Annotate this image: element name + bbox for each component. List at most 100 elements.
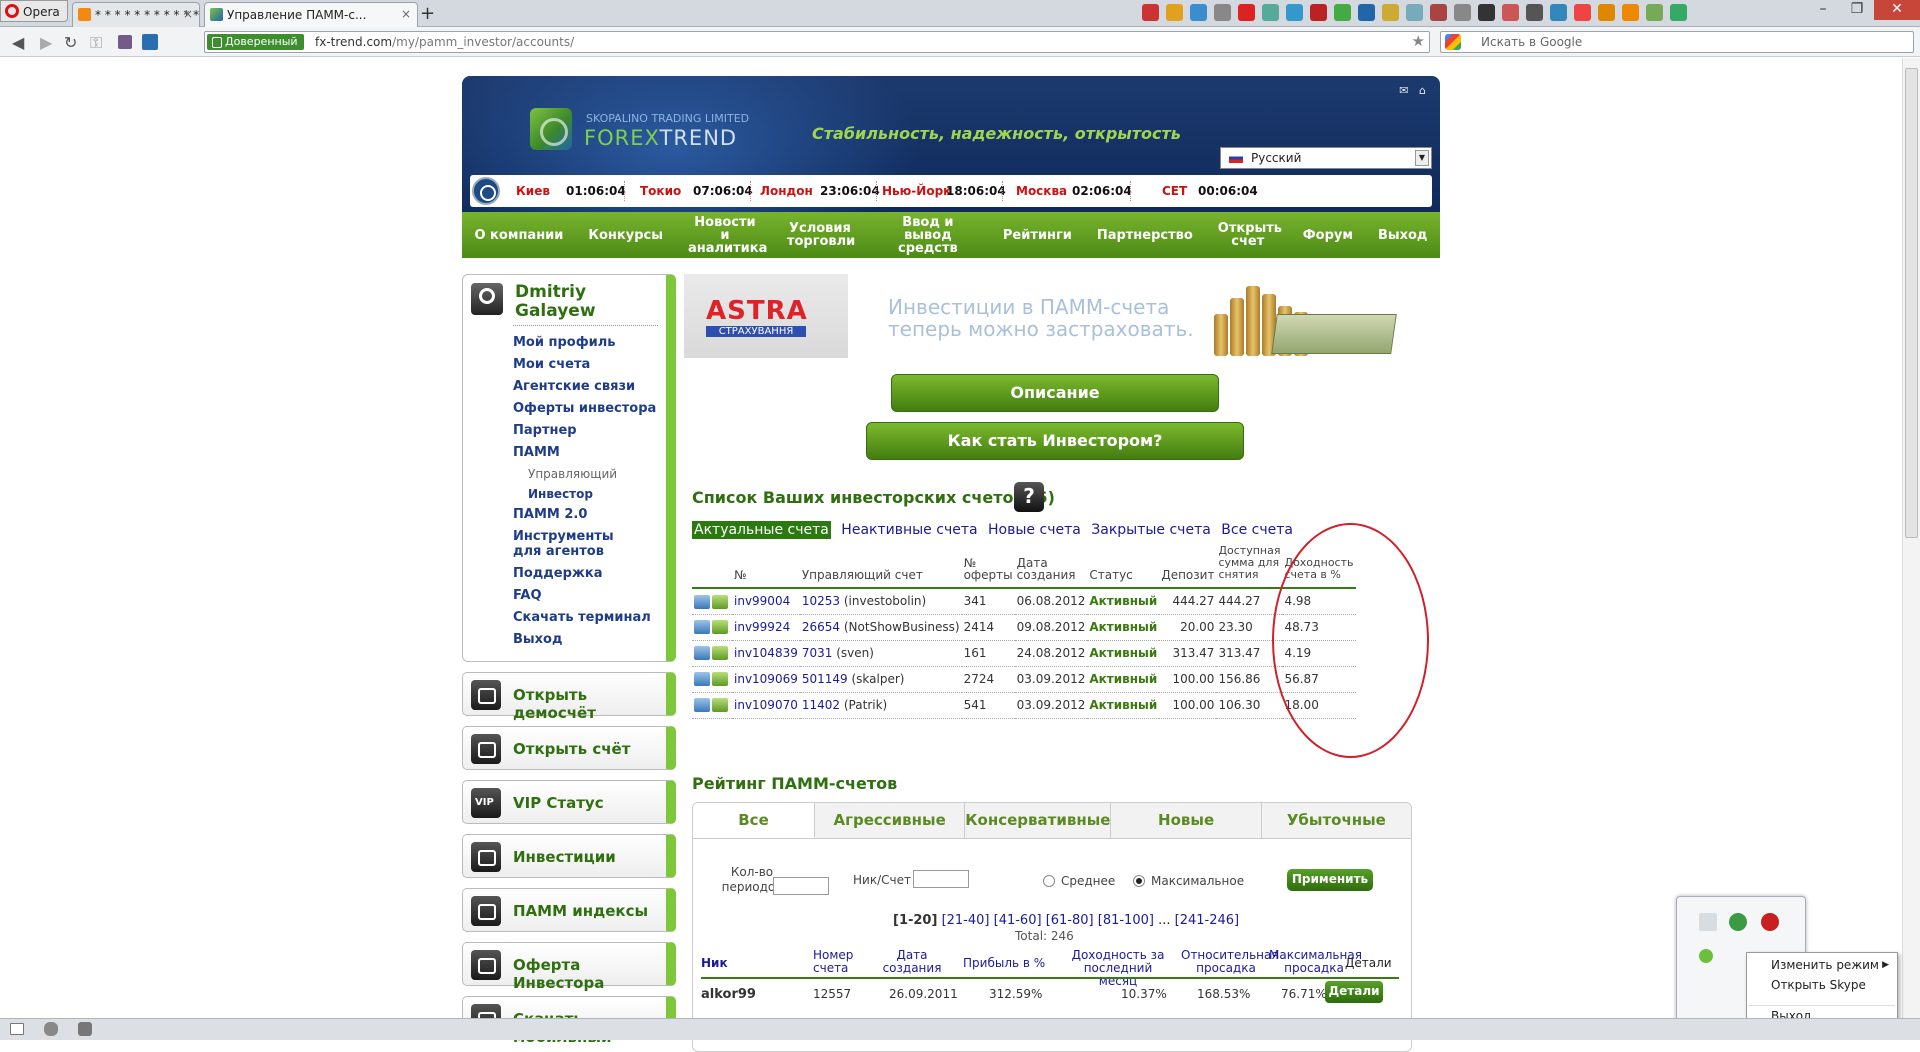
help-icon[interactable]: ? (1014, 482, 1044, 512)
nav-item[interactable]: Новости и аналитика (688, 216, 767, 255)
reload-icon[interactable]: ↻ (64, 33, 77, 52)
filter-all[interactable]: Все счета (1221, 522, 1293, 538)
extension-icon[interactable] (1190, 4, 1207, 21)
sync-icon[interactable] (1729, 913, 1747, 931)
nav-item[interactable]: Рейтинги (1003, 229, 1072, 242)
extension-icon[interactable] (1358, 4, 1375, 21)
extension-icon[interactable] (1598, 4, 1615, 21)
vip-status-box[interactable]: VIP Статус (462, 780, 676, 824)
tab-conservative[interactable]: Консервативные (965, 803, 1112, 838)
browser-tab-2[interactable]: Управление ПАММ-с... × (204, 2, 418, 27)
column-header-profit[interactable]: Прибыль в % (963, 957, 1045, 970)
sidebar-item[interactable]: Поддержка (513, 566, 656, 581)
extension-icon[interactable] (1310, 4, 1327, 21)
forward-arrow-icon[interactable]: ▶ (40, 33, 52, 52)
investor-offer-box[interactable]: Оферта Инвестора (462, 942, 676, 992)
filter-closed[interactable]: Закрытые счета (1091, 522, 1211, 538)
sidebar-item[interactable]: Мои счета (513, 357, 656, 372)
maximum-radio[interactable] (1133, 875, 1145, 887)
url-field[interactable]: Доверенный fx-trend.com/my/pamm_investor… (204, 31, 1430, 53)
page-link[interactable]: [41-60] (994, 913, 1042, 928)
new-tab-button[interactable]: + (420, 3, 435, 24)
open-demo-box[interactable]: Открыть демосчёт (462, 672, 676, 722)
nav-item[interactable]: Форум (1303, 229, 1353, 242)
insurance-banner[interactable]: ASTRA СТРАХУВАННЯ Инвестиции в ПАММ-счета… (684, 274, 1440, 358)
menu-item-open-skype[interactable]: Открыть Skype (1749, 975, 1895, 995)
sidebar-item[interactable]: Инструменты для агентов (513, 529, 643, 559)
tab-aggressive[interactable]: Агрессивные (815, 803, 966, 838)
extension-icon[interactable] (1334, 4, 1351, 21)
money-icon[interactable] (712, 672, 728, 687)
refresh-icon[interactable] (694, 594, 710, 609)
tab-losing[interactable]: Убыточные (1262, 803, 1411, 838)
page-link[interactable]: [21-40] (942, 913, 990, 928)
refresh-icon[interactable] (694, 672, 710, 687)
apply-button[interactable]: Применить (1287, 869, 1373, 891)
google-icon[interactable] (1445, 34, 1461, 50)
tab-all[interactable]: Все (693, 803, 815, 838)
url-text[interactable]: fx-trend.com/my/pamm_investor/accounts/ (315, 35, 574, 49)
nav-item[interactable]: Условия торговли (787, 222, 855, 248)
menu-item-change-mode[interactable]: Изменить режим ▶ (1749, 955, 1895, 975)
extension-icon[interactable] (1670, 4, 1687, 21)
speedometer-icon[interactable] (78, 1022, 92, 1036)
brand-name[interactable]: FOREXTREND (584, 126, 737, 150)
sidebar-item[interactable]: Партнер (513, 423, 656, 438)
sidebar-item[interactable]: Скачать терминал (513, 610, 656, 625)
filter-inactive[interactable]: Неактивные счета (841, 522, 977, 538)
nick-input[interactable] (913, 870, 969, 888)
home-icon[interactable]: ⌂ (1419, 84, 1426, 97)
trusted-badge[interactable]: Доверенный (207, 34, 304, 50)
scrollbar-thumb[interactable] (1905, 68, 1918, 538)
close-window-button[interactable]: ✕ (1874, 0, 1920, 20)
nav-item[interactable]: Выход (1378, 229, 1427, 242)
skype-icon[interactable] (1699, 949, 1713, 963)
money-icon[interactable] (712, 594, 728, 609)
column-header-rel-drawdown[interactable]: Относительная просадка (1181, 949, 1279, 975)
sidebar-item[interactable]: Оферты инвестора (513, 401, 656, 416)
extension-icon[interactable] (1454, 4, 1471, 21)
rating-nick[interactable]: alkor99 (701, 987, 756, 1002)
sidebar-item[interactable]: ПАММ 2.0 (513, 507, 656, 522)
search-field[interactable]: Искать в Google (1440, 31, 1914, 53)
bookmark-icon[interactable] (118, 35, 132, 49)
account-number[interactable]: inv109070 (732, 692, 800, 719)
how-to-invest-button[interactable]: Как стать Инвестором? (866, 422, 1244, 460)
extension-icon[interactable] (1142, 4, 1159, 21)
extension-icon[interactable] (1502, 4, 1519, 21)
sidebar-item[interactable]: Выход (513, 632, 656, 647)
extension-icon[interactable] (1166, 4, 1183, 21)
account-number[interactable]: inv109069 (732, 666, 800, 693)
extension-icon[interactable] (1646, 4, 1663, 21)
page-link[interactable]: [241-246] (1175, 913, 1239, 928)
vertical-scrollbar[interactable] (1902, 58, 1920, 1026)
chevron-down-icon[interactable]: ▼ (1415, 150, 1429, 166)
refresh-icon[interactable] (694, 698, 710, 713)
column-header-month-yield[interactable]: Доходность за последний месяц (1063, 949, 1173, 988)
page-link[interactable]: [61-80] (1046, 913, 1094, 928)
refresh-icon[interactable] (694, 620, 710, 635)
extension-icon[interactable] (1382, 4, 1399, 21)
refresh-icon[interactable] (694, 646, 710, 661)
panel-toggle-icon[interactable] (10, 1023, 24, 1035)
investments-box[interactable]: Инвестиции (462, 834, 676, 878)
account-number[interactable]: inv104839 (732, 640, 800, 667)
extension-icon[interactable] (1430, 4, 1447, 21)
money-icon[interactable] (712, 698, 728, 713)
description-button[interactable]: Описание (891, 374, 1219, 412)
column-header-date[interactable]: Дата создания (877, 949, 947, 975)
extension-icon[interactable] (1214, 4, 1231, 21)
open-account-box[interactable]: Открыть счёт (462, 726, 676, 770)
forextrend-logo-icon[interactable] (530, 108, 572, 150)
column-header-account[interactable]: Номер счета (813, 949, 857, 975)
extension-icon[interactable] (1238, 4, 1255, 21)
extension-icon[interactable] (1478, 4, 1495, 21)
cloud-icon[interactable] (44, 1022, 58, 1036)
account-number[interactable]: inv99004 (732, 588, 800, 615)
pamm-indexes-box[interactable]: ПАММ индексы (462, 888, 676, 932)
nav-item[interactable]: Ввод и вывод средств (878, 216, 978, 255)
alert-icon[interactable] (1761, 913, 1779, 931)
average-radio[interactable] (1043, 875, 1055, 887)
opera-menu-button[interactable]: Opera (0, 0, 68, 22)
extension-icon[interactable] (1550, 4, 1567, 21)
